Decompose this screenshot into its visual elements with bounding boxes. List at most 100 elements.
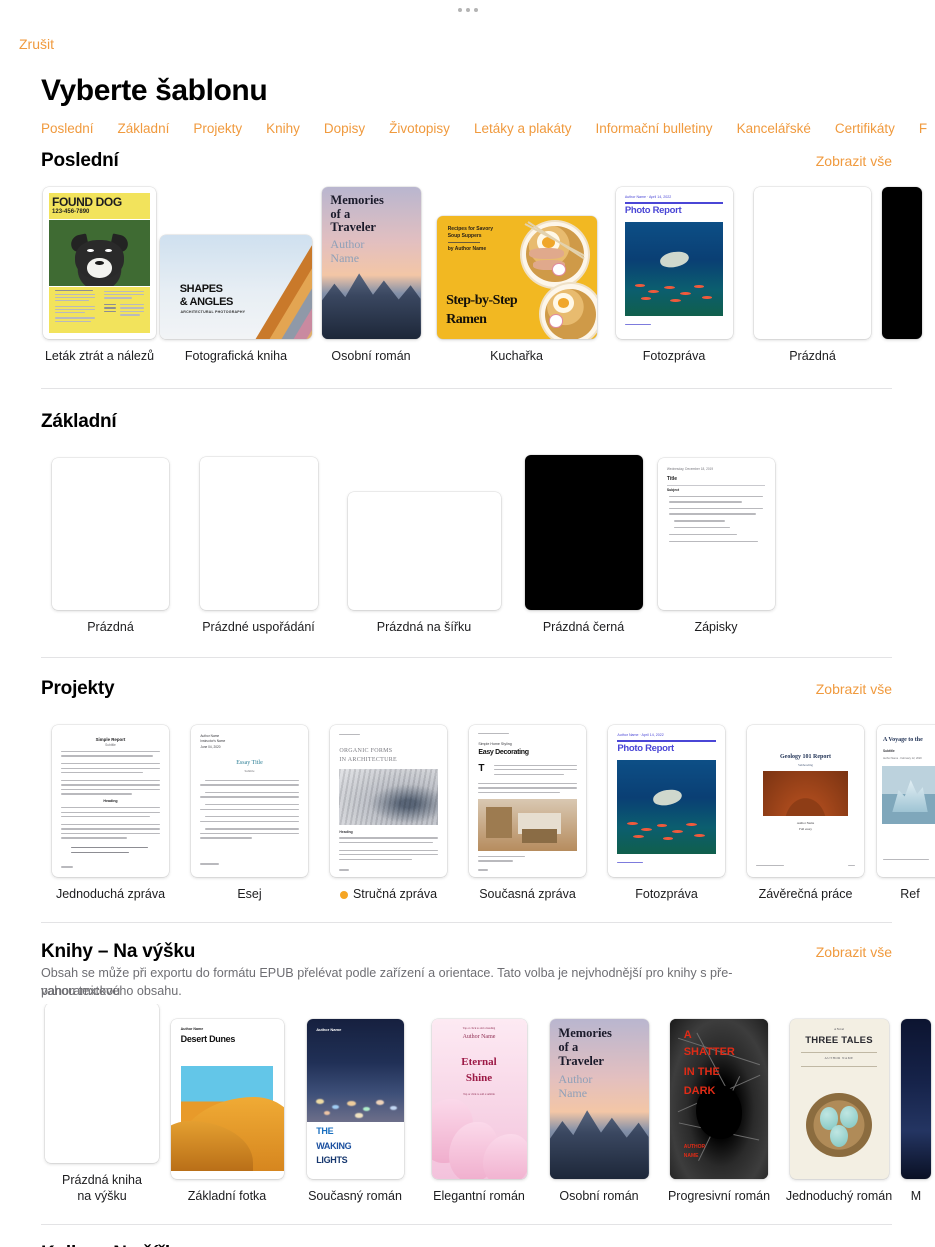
tab-zakladni[interactable]: Základní xyxy=(118,121,170,136)
tab-zivotopisy[interactable]: Životopisy xyxy=(389,121,450,136)
template-tile[interactable]: Author Name Instructor's Name June 04, 2… xyxy=(180,719,319,902)
template-thumbnail-notes[interactable]: Wednesday, December 18, 2019 Title Subje… xyxy=(657,458,775,610)
template-tile[interactable]: A Novel THREE TALES AUTHOR NAME Jednoduc… xyxy=(779,1017,899,1204)
template-tile[interactable]: SHAPES & ANGLES ARCHITECTURAL PHOTOGRAPH… xyxy=(158,187,314,364)
thumb-author: Author Name xyxy=(462,1033,496,1040)
template-tile[interactable]: Prázdné uspořádání xyxy=(180,450,337,635)
window-drag-handle[interactable] xyxy=(0,8,935,12)
template-thumbnail-shatter-in-the-dark[interactable]: A SHATTER IN THE DARK AUTHOR NAME xyxy=(670,1019,768,1180)
template-thumbnail-found-dog[interactable]: FOUND DOG 123-456-7890 xyxy=(43,187,156,339)
template-thumbnail-desert-dunes[interactable]: Author Name Desert Dunes xyxy=(170,1019,284,1180)
cancel-button[interactable]: Zrušit xyxy=(19,36,54,52)
tab-knihy[interactable]: Knihy xyxy=(266,121,300,136)
template-thumbnail-photo-report[interactable]: Author Name · April 14, 2022 Photo Repor… xyxy=(615,187,733,339)
template-tile[interactable]: Prázdná xyxy=(743,187,882,364)
template-tile-partial[interactable]: M xyxy=(899,1017,933,1204)
thumb-title-2: & ANGLES xyxy=(179,296,234,309)
template-thumbnail-blank-landscape[interactable] xyxy=(347,492,501,610)
template-tile[interactable]: A SHATTER IN THE DARK AUTHOR NAME Progre… xyxy=(659,1017,779,1204)
thumb-headline: FOUND DOG xyxy=(52,195,122,210)
template-thumbnail-blank[interactable] xyxy=(754,187,871,339)
thumb-title-4: DARK xyxy=(683,1084,716,1097)
template-tile[interactable]: Prázdná xyxy=(41,450,180,635)
thumb-title-1: A xyxy=(683,1028,692,1041)
template-thumbnail-memories-traveler[interactable]: Memories of a Traveler Author Name xyxy=(321,187,421,339)
template-tile[interactable]: Prázdná na šířku xyxy=(337,450,511,635)
template-tile[interactable]: Author Name THE WAKING LIGHTS Současný r… xyxy=(291,1017,419,1204)
template-tile[interactable]: Simple Home Styling Easy Decorating T So… xyxy=(458,719,597,902)
thumb-title: THREE TALES xyxy=(805,1035,873,1047)
template-tile[interactable]: Author Name · April 14, 2022 Photo Repor… xyxy=(605,187,743,364)
section-header-books-portrait: Knihy – Na výšku Zobrazit vše xyxy=(0,941,935,967)
thumb-heading: Heading xyxy=(339,829,353,834)
template-thumbnail-partial-edge[interactable] xyxy=(882,187,922,339)
template-thumbnail-blank-black[interactable] xyxy=(524,455,643,610)
template-thumbnail-blank-book-portrait[interactable] xyxy=(45,1004,159,1164)
template-tile[interactable]: Recipes for Savory Soup Suppers by Autho… xyxy=(428,187,605,364)
section-title: Projekty xyxy=(41,678,115,699)
tab-certifikaty[interactable]: Certifikáty xyxy=(835,121,895,136)
template-caption: Jednoduchý román xyxy=(785,1189,893,1204)
thumb-title-2: Shine xyxy=(465,1072,493,1085)
template-thumbnail-easy-decorating[interactable]: Simple Home Styling Easy Decorating T xyxy=(469,725,586,877)
template-thumbnail-memories-traveler[interactable]: Memories of a Traveler Author Name xyxy=(549,1019,649,1180)
section-divider xyxy=(41,657,892,658)
show-all-link-recent[interactable]: Zobrazit vše xyxy=(816,153,892,169)
thumb-heading: Heading xyxy=(103,799,118,804)
template-thumbnail-night-partial[interactable] xyxy=(901,1019,931,1180)
tab-posledni[interactable]: Poslední xyxy=(41,121,94,136)
template-tile[interactable]: Tap or click to add a heading Author Nam… xyxy=(419,1017,539,1204)
template-thumbnail-shapes-angles[interactable]: SHAPES & ANGLES ARCHITECTURAL PHOTOGRAPH… xyxy=(160,235,312,339)
template-tile[interactable]: Memories of a Traveler Author Name Osobn… xyxy=(539,1017,659,1204)
template-tile[interactable]: Wednesday, December 18, 2019 Title Subje… xyxy=(656,450,776,635)
tab-informacni-bulletiny[interactable]: Informační bulletiny xyxy=(596,121,713,136)
template-tile[interactable]: Prázdná kniha na výšku xyxy=(41,1004,163,1204)
template-thumbnail-geology-report[interactable]: Geology 101 Report Subheading Author Nam… xyxy=(747,725,864,877)
thumb-title-3: IN THE xyxy=(683,1065,720,1078)
template-tile[interactable]: Prázdná černá xyxy=(511,450,656,635)
template-thumbnail-photo-report[interactable]: Author Name · April 14, 2022 Photo Repor… xyxy=(608,725,725,877)
template-tile-partial[interactable] xyxy=(882,187,922,364)
tab-dopisy[interactable]: Dopisy xyxy=(324,121,365,136)
show-all-link-books-portrait[interactable]: Zobrazit vše xyxy=(816,944,892,960)
template-tile[interactable]: FOUND DOG 123-456-7890 Leták ztrát a nál… xyxy=(41,187,158,364)
section-basic: Základní Prázdná Prázdné uspořádání Práz… xyxy=(0,411,935,635)
template-tile[interactable]: Author Name Desert Dunes Základní fotka xyxy=(163,1017,291,1204)
template-thumbnail-blank[interactable] xyxy=(52,458,169,610)
category-tabbar[interactable]: Poslední Základní Projekty Knihy Dopisy … xyxy=(41,121,935,136)
template-thumbnail-waking-lights[interactable]: Author Name THE WAKING LIGHTS xyxy=(306,1019,404,1180)
template-thumbnail-organic-forms[interactable]: ORGANIC FORMS IN ARCHITECTURE Heading xyxy=(330,725,447,877)
template-caption: Prázdná xyxy=(789,349,836,363)
template-caption: Prázdné uspořádání xyxy=(202,620,315,634)
show-all-link-projects[interactable]: Zobrazit vše xyxy=(816,681,892,697)
template-caption: Základní fotka xyxy=(187,1189,267,1204)
thumb-phone: 123-456-7890 xyxy=(52,209,90,216)
template-thumbnail-eternal-shine[interactable]: Tap or click to add a heading Author Nam… xyxy=(431,1019,527,1180)
tab-formulare-partial[interactable]: F xyxy=(919,121,927,136)
template-tile-partial[interactable]: A Voyage to the Subtitle Author Name · F… xyxy=(875,719,935,902)
template-caption-label: Stručná zpráva xyxy=(352,887,438,901)
template-tile[interactable]: Simple Report Subtitle Heading Jednoduch… xyxy=(41,719,180,902)
template-scroll-area[interactable]: Poslední Zobrazit vše FOUND DOG 123-456-… xyxy=(0,150,935,1247)
template-tile[interactable]: ORGANIC FORMS IN ARCHITECTURE Heading St… xyxy=(319,719,458,902)
template-thumbnail-essay[interactable]: Author Name Instructor's Name June 04, 2… xyxy=(191,725,308,877)
template-thumbnail-blank-layout[interactable] xyxy=(199,457,318,610)
thumb-kicker: A Novel xyxy=(833,1027,845,1032)
drag-dot-icon xyxy=(465,8,470,12)
template-tile[interactable]: Memories of a Traveler Author Name Osobn… xyxy=(314,187,428,364)
template-tile[interactable]: Author Name · April 14, 2022 Photo Repor… xyxy=(597,719,736,902)
tab-projekty[interactable]: Projekty xyxy=(193,121,242,136)
section-divider xyxy=(41,388,892,389)
tab-letaky-a-plakaty[interactable]: Letáky a plakáty xyxy=(474,121,572,136)
template-thumbnail-voyage-partial[interactable]: A Voyage to the Subtitle Author Name · F… xyxy=(877,725,935,877)
thumb-subtitle: Subheading xyxy=(797,763,814,767)
section-title: Poslední xyxy=(41,150,119,171)
thumb-subtitle: Tap or click to add a subtitle xyxy=(463,1092,495,1096)
thumb-meta-2: Instructor's Name xyxy=(200,739,226,744)
template-tile[interactable]: Geology 101 Report Subheading Author Nam… xyxy=(736,719,875,902)
template-thumbnail-three-tales[interactable]: A Novel THREE TALES AUTHOR NAME xyxy=(789,1019,889,1180)
template-thumbnail-simple-report[interactable]: Simple Report Subtitle Heading xyxy=(52,725,169,877)
tab-kancelarske[interactable]: Kancelářské xyxy=(737,121,811,136)
section-header-books-landscape: Knihy – Na šířku Zobrazit vše xyxy=(0,1243,935,1247)
template-thumbnail-cookbook-ramen[interactable]: Recipes for Savory Soup Suppers by Autho… xyxy=(436,216,597,339)
